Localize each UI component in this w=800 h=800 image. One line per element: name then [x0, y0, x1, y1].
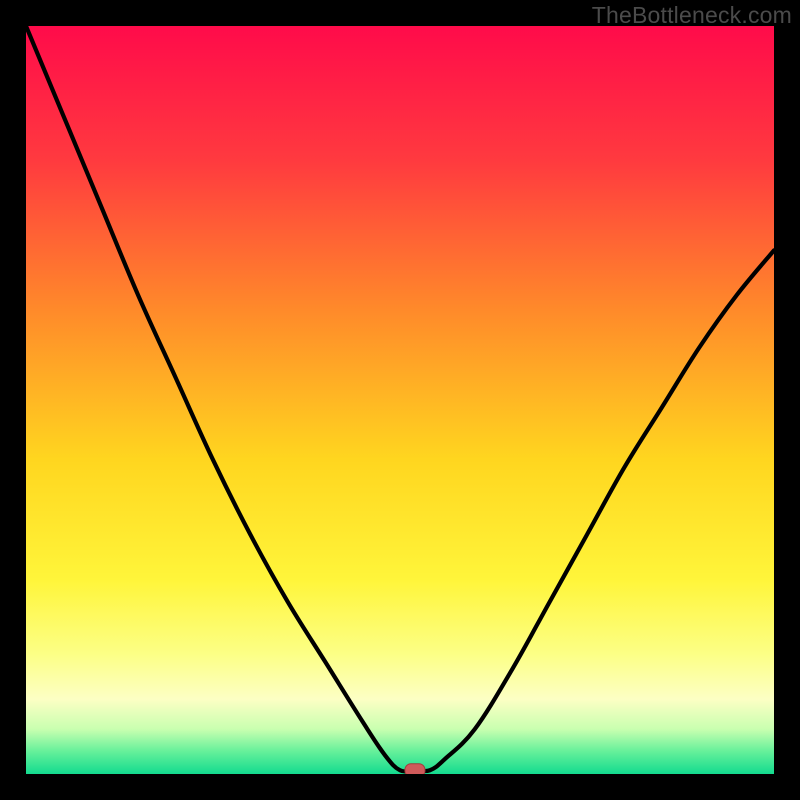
plot-area	[26, 26, 774, 774]
optimal-point-marker	[405, 764, 425, 774]
bottleneck-chart	[26, 26, 774, 774]
chart-frame: TheBottleneck.com	[0, 0, 800, 800]
watermark-label: TheBottleneck.com	[592, 2, 792, 29]
gradient-background	[26, 26, 774, 774]
